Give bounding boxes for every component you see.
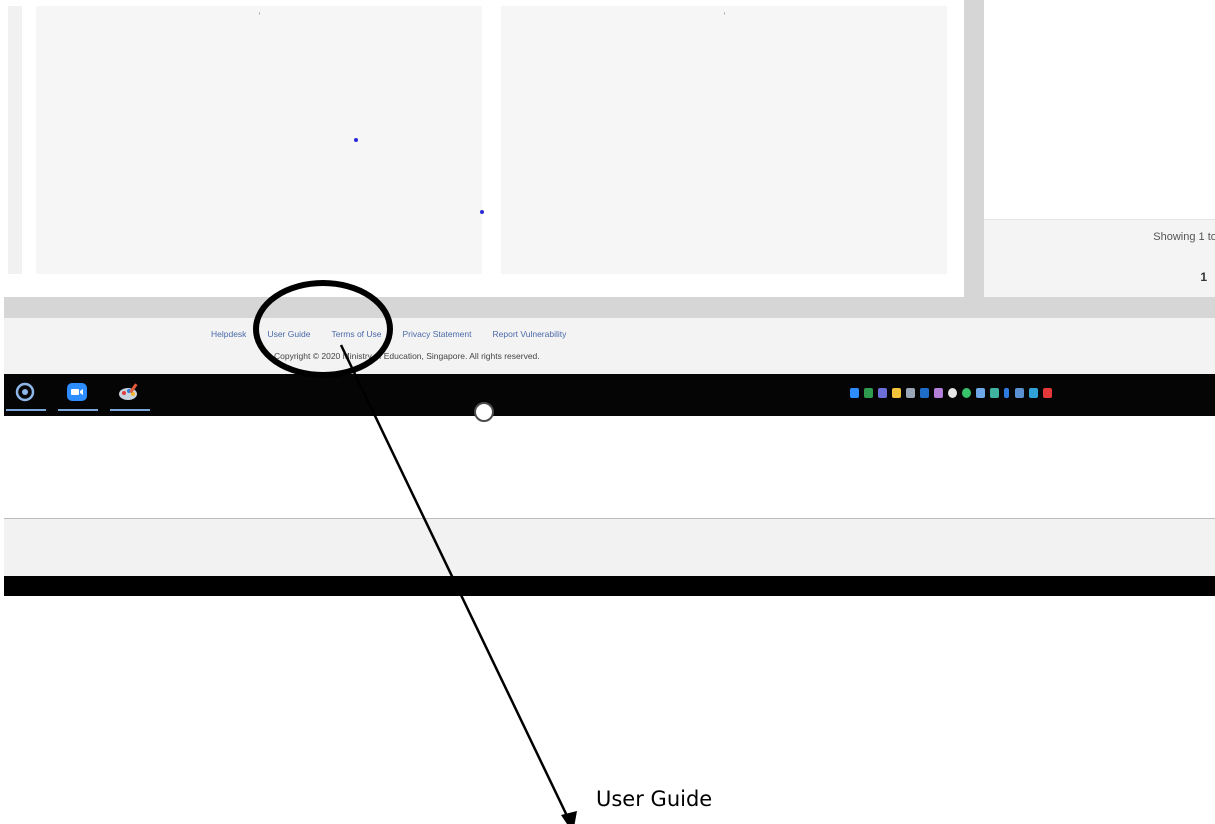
footer-link-privacy-statement[interactable]: Privacy Statement: [403, 329, 472, 339]
teams-icon[interactable]: [878, 388, 887, 398]
page-footer: Helpdesk User Guide Terms of Use Privacy St…: [4, 318, 1215, 374]
arrow-head-icon: [561, 811, 577, 824]
data-point: [480, 210, 484, 214]
chart-area-left: [36, 6, 484, 274]
annotation-label: User Guide: [596, 787, 713, 811]
charts-panel: [4, 0, 964, 297]
tick-mark: [724, 12, 725, 15]
mail-icon[interactable]: [892, 388, 901, 398]
zoom-icon[interactable]: [66, 382, 88, 402]
taskbar-active-indicator: [58, 409, 98, 411]
pen-icon[interactable]: [934, 388, 943, 398]
bottom-bar: [4, 576, 1215, 596]
footer-link-report-vulnerability[interactable]: Report Vulnerability: [493, 329, 567, 339]
cortana-icon[interactable]: [14, 382, 36, 402]
chart-area-right: [501, 6, 947, 274]
pagination-page-button[interactable]: 1: [1200, 270, 1207, 284]
sync-icon[interactable]: [990, 388, 999, 398]
zoom-tray-icon[interactable]: [850, 388, 859, 398]
taskbar-active-indicator: [6, 409, 46, 411]
chart-edge: [8, 6, 22, 274]
excel-icon[interactable]: [864, 388, 873, 398]
toolbar-strip: [4, 518, 1215, 577]
paint-icon[interactable]: [118, 382, 140, 402]
pagination-row: [984, 258, 1215, 297]
monitor-icon[interactable]: [1015, 388, 1024, 398]
footer-link-user-guide[interactable]: User Guide: [267, 329, 310, 339]
green-status-icon[interactable]: [962, 388, 971, 398]
screenshot: Showing 1 to : 1 Helpdesk User Guide Terms…: [0, 0, 1215, 598]
copyright-text: Copyright © 2020 Ministry of Education, …: [274, 351, 540, 361]
table-panel: Showing 1 to : 1: [984, 0, 1215, 297]
data-point: [354, 138, 358, 142]
tick-mark: [259, 12, 260, 15]
cursor-ring-icon: [474, 402, 494, 422]
footer-link-terms-of-use[interactable]: Terms of Use: [331, 329, 381, 339]
footer-link-helpdesk[interactable]: Helpdesk: [211, 329, 246, 339]
showing-entries-text: Showing 1 to :: [1153, 231, 1215, 243]
shield-icon[interactable]: [1029, 388, 1038, 398]
people-icon[interactable]: [976, 388, 985, 398]
footer-links: Helpdesk User Guide Terms of Use Privacy St…: [211, 329, 587, 339]
alert-icon[interactable]: [1043, 388, 1052, 398]
windows-taskbar: [4, 374, 1215, 416]
bluetooth-icon[interactable]: [1004, 388, 1009, 398]
outlook-icon[interactable]: [920, 388, 929, 398]
chrome-icon[interactable]: [948, 388, 957, 398]
network-icon[interactable]: [906, 388, 915, 398]
taskbar-active-indicator: [110, 409, 150, 411]
